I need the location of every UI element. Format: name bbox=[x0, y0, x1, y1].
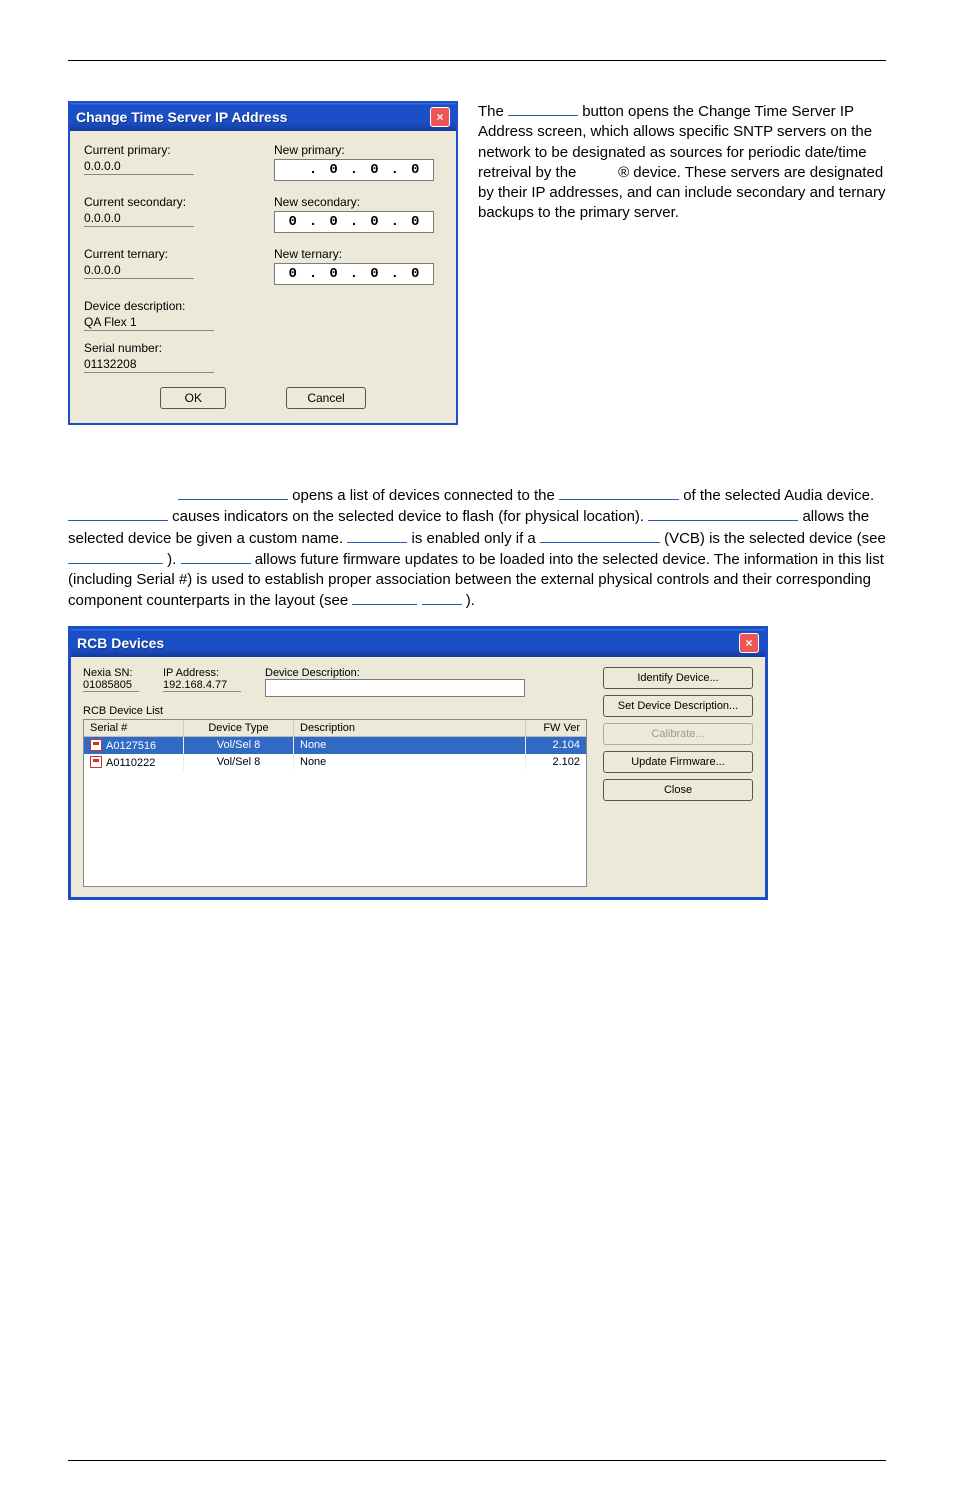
ip-octet[interactable]: 0 bbox=[362, 214, 386, 230]
cancel-button[interactable]: Cancel bbox=[286, 387, 365, 409]
change-time-server-dialog: Change Time Server IP Address × Current … bbox=[68, 101, 458, 425]
serial-label: Serial number: bbox=[84, 341, 442, 355]
text: of the selected Audia device. bbox=[683, 487, 874, 504]
blank-link bbox=[181, 549, 251, 564]
ip-octet[interactable]: 0 bbox=[362, 162, 386, 178]
nexia-sn-label: Nexia SN: bbox=[83, 667, 139, 679]
blank-link bbox=[648, 506, 798, 521]
current-secondary-label: Current secondary: bbox=[84, 195, 252, 209]
blank-link bbox=[559, 485, 679, 500]
dialog-title: Change Time Server IP Address bbox=[76, 109, 287, 125]
dialog-titlebar[interactable]: RCB Devices × bbox=[71, 629, 765, 657]
cell-type: Vol/Sel 8 bbox=[184, 737, 294, 754]
current-ternary-label: Current ternary: bbox=[84, 247, 252, 261]
nexia-sn-value: 01085805 bbox=[83, 679, 139, 692]
table-row[interactable]: A0127516Vol/Sel 8None2.104 bbox=[84, 737, 586, 754]
table-header: Serial # Device Type Description FW Ver bbox=[84, 720, 586, 737]
close-icon[interactable]: × bbox=[739, 633, 759, 653]
ip-octet[interactable]: 0 bbox=[362, 266, 386, 282]
ip-octet[interactable]: 0 bbox=[403, 266, 427, 282]
text: is enabled only if a bbox=[412, 530, 540, 547]
update-firmware-button[interactable]: Update Firmware... bbox=[603, 751, 753, 773]
text: The bbox=[478, 103, 508, 120]
current-ternary-value: 0.0.0.0 bbox=[84, 263, 194, 279]
device-description-label: Device Description: bbox=[265, 667, 587, 679]
dialog-title: RCB Devices bbox=[77, 635, 164, 651]
current-primary-value: 0.0.0.0 bbox=[84, 159, 194, 175]
bottom-rule bbox=[68, 1460, 886, 1461]
ip-address-label: IP Address: bbox=[163, 667, 241, 679]
blank-link bbox=[352, 590, 417, 605]
col-serial[interactable]: Serial # bbox=[84, 720, 184, 736]
text: ). bbox=[466, 592, 475, 609]
cell-desc: None bbox=[294, 754, 526, 771]
ip-octet[interactable]: 0 bbox=[322, 162, 346, 178]
new-ternary-label: New ternary: bbox=[274, 247, 442, 261]
current-secondary-value: 0.0.0.0 bbox=[84, 211, 194, 227]
new-secondary-label: New secondary: bbox=[274, 195, 442, 209]
serial-value: 01132208 bbox=[84, 357, 214, 373]
cell-serial: A0127516 bbox=[84, 737, 184, 754]
rcb-device-list-label: RCB Device List bbox=[83, 705, 587, 717]
text: opens a list of devices connected to the bbox=[292, 487, 559, 504]
close-button[interactable]: Close bbox=[603, 779, 753, 801]
col-fw-ver[interactable]: FW Ver bbox=[526, 720, 586, 736]
text: causes indicators on the selected device… bbox=[172, 508, 648, 525]
rcb-devices-dialog: RCB Devices × Nexia SN: 01085805 IP Addr… bbox=[68, 626, 768, 900]
identify-device-button[interactable]: Identify Device... bbox=[603, 667, 753, 689]
side-paragraph: The button opens the Change Time Server … bbox=[478, 101, 886, 425]
device-desc-label: Device description: bbox=[84, 299, 442, 313]
cell-type: Vol/Sel 8 bbox=[184, 754, 294, 771]
ip-octet[interactable]: 0 bbox=[322, 214, 346, 230]
device-desc-value: QA Flex 1 bbox=[84, 315, 214, 331]
device-icon bbox=[90, 756, 102, 768]
ip-octet[interactable]: 0 bbox=[322, 266, 346, 282]
ip-address-value: 192.168.4.77 bbox=[163, 679, 241, 692]
ip-octet[interactable]: 0 bbox=[281, 266, 305, 282]
ip-octet[interactable]: 0 bbox=[281, 214, 305, 230]
cell-desc: None bbox=[294, 737, 526, 754]
set-device-description-button[interactable]: Set Device Description... bbox=[603, 695, 753, 717]
blank-link bbox=[508, 101, 578, 116]
dialog-titlebar[interactable]: Change Time Server IP Address × bbox=[70, 103, 456, 131]
new-secondary-input[interactable]: 0. 0. 0. 0 bbox=[274, 211, 434, 233]
blank-link bbox=[68, 549, 163, 564]
close-icon[interactable]: × bbox=[430, 107, 450, 127]
blank-link bbox=[540, 528, 660, 543]
blank-link bbox=[178, 485, 288, 500]
blank-link bbox=[422, 590, 462, 605]
cell-fw: 2.102 bbox=[526, 754, 586, 771]
device-description-input[interactable] bbox=[265, 679, 525, 697]
ip-octet[interactable]: 0 bbox=[403, 214, 427, 230]
body-paragraph: opens a list of devices connected to the… bbox=[68, 485, 886, 612]
blank-link bbox=[347, 528, 407, 543]
col-device-type[interactable]: Device Type bbox=[184, 720, 294, 736]
cell-serial: A0110222 bbox=[84, 754, 184, 771]
text: (VCB) is the selected device (see bbox=[664, 530, 886, 547]
ok-button[interactable]: OK bbox=[160, 387, 226, 409]
device-icon bbox=[90, 739, 102, 751]
current-primary-label: Current primary: bbox=[84, 143, 252, 157]
calibrate-button: Calibrate... bbox=[603, 723, 753, 745]
ip-octet[interactable]: 0 bbox=[403, 162, 427, 178]
new-primary-input[interactable]: . 0. 0. 0 bbox=[274, 159, 434, 181]
new-ternary-input[interactable]: 0. 0. 0. 0 bbox=[274, 263, 434, 285]
new-primary-label: New primary: bbox=[274, 143, 442, 157]
top-rule bbox=[68, 60, 886, 61]
text: ). bbox=[167, 551, 180, 568]
registered-mark: ® bbox=[618, 164, 629, 181]
col-description[interactable]: Description bbox=[294, 720, 526, 736]
table-row[interactable]: A0110222Vol/Sel 8None2.102 bbox=[84, 754, 586, 771]
blank-link bbox=[68, 506, 168, 521]
rcb-device-table[interactable]: Serial # Device Type Description FW Ver … bbox=[83, 719, 587, 887]
cell-fw: 2.104 bbox=[526, 737, 586, 754]
